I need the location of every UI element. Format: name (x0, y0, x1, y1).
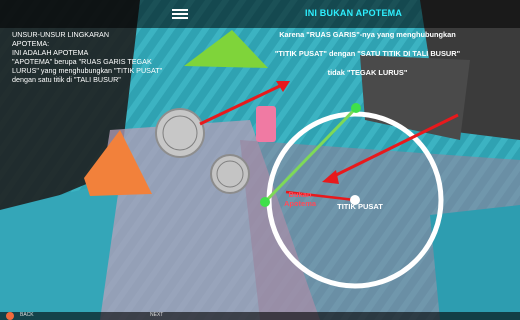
page-title: INI BUKAN APOTEMA (305, 8, 403, 18)
definition-line: APOTEMA: (12, 39, 50, 48)
hamburger-menu-icon[interactable] (172, 7, 188, 21)
next-button[interactable]: NEXT (150, 312, 163, 318)
explanation-line-3: tidak "TEGAK LURUS" (327, 68, 408, 77)
back-button[interactable]: BACK (20, 312, 34, 318)
ar-screen: INI BUKAN APOTEMA UNSUR-UNSUR LINGKARAN … (0, 0, 520, 320)
chord-point-bottom (260, 197, 270, 207)
definition-line: LURUS" yang menghubungkan "TITIK PUSAT" (12, 66, 163, 75)
top-bar (0, 0, 520, 28)
definition-line: INI ADALAH APOTEMA (12, 48, 89, 57)
explanation-line-1: Karena "RUAS GARIS"-nya yang menghubungk… (279, 30, 456, 39)
definition-line: "APOTEMA" berupa "RUAS GARIS TEGAK (12, 57, 152, 66)
app-corner-icon[interactable] (6, 312, 14, 320)
definition-panel: UNSUR-UNSUR LINGKARAN APOTEMA: INI ADALA… (12, 30, 172, 84)
titik-pusat-label: TITIK PUSAT (337, 202, 383, 211)
explanation-panel: Karena "RUAS GARIS"-nya yang menghubungk… (255, 30, 480, 87)
bukan-apotema-label: Bukan Apotema (283, 190, 317, 208)
pink-eraser (256, 106, 276, 142)
explanation-line-2: "TITIK PUSAT" dengan "SATU TITIK DI TALI… (274, 49, 461, 58)
chord-point-top (351, 103, 361, 113)
bottom-bar (0, 312, 520, 320)
definition-line: UNSUR-UNSUR LINGKARAN (12, 30, 110, 39)
definition-line: dengan satu titik di "TALI BUSUR" (12, 75, 121, 84)
